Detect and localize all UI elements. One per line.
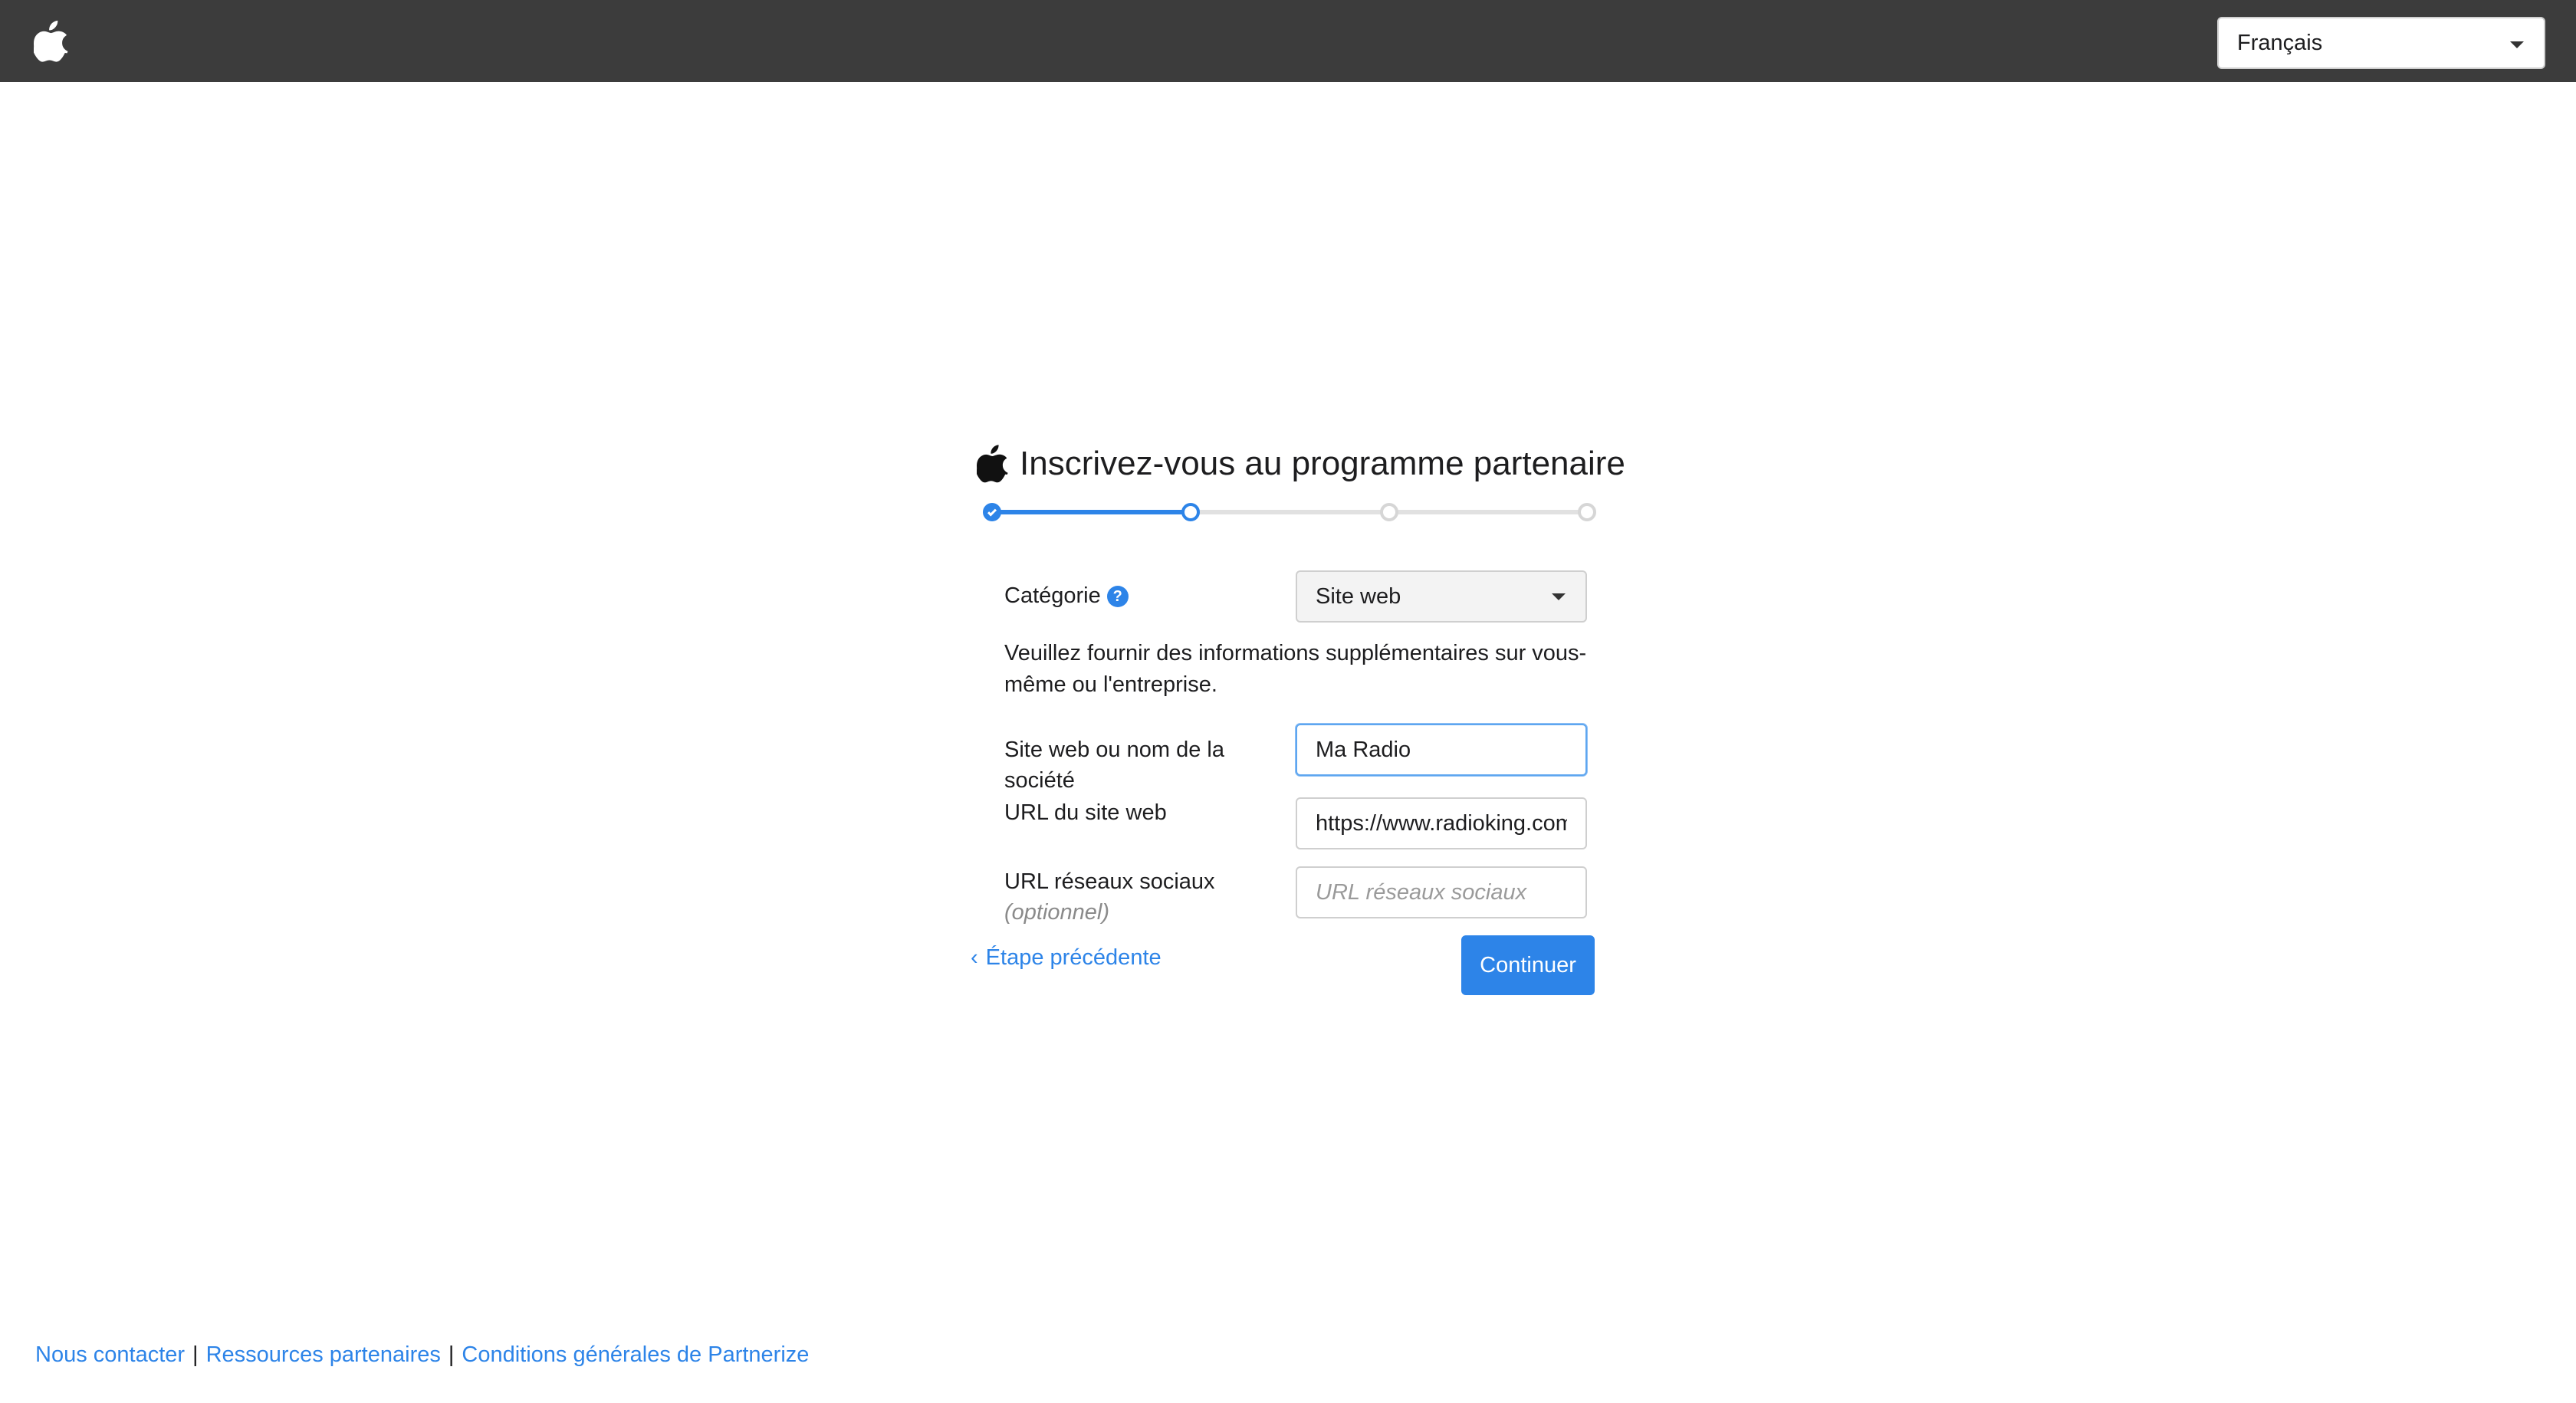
chevron-left-icon: ‹ (971, 945, 978, 970)
previous-step-link[interactable]: ‹ Étape précédente (971, 945, 1162, 971)
apple-logo-icon[interactable] (34, 20, 69, 63)
contact-link[interactable]: Nous contacter (35, 1342, 185, 1367)
check-icon (987, 507, 997, 517)
info-text: Veuillez fournir des informations supplé… (1004, 641, 1587, 697)
progress-step-3 (1380, 503, 1398, 521)
progress-step-1 (983, 503, 1001, 521)
progress-step-2 (1181, 503, 1200, 521)
optional-hint: (optionnel) (1004, 900, 1110, 925)
website-url-label: URL du site web (1004, 800, 1167, 825)
partner-resources-link[interactable]: Ressources partenaires (206, 1342, 441, 1367)
chevron-down-icon (1552, 593, 1566, 600)
language-select[interactable]: Français (2217, 17, 2545, 69)
chevron-down-icon (2510, 41, 2524, 48)
progress-step-4 (1578, 503, 1596, 521)
page-title: Inscrivez-vous au programme partenaire (1020, 445, 1625, 482)
social-url-label-group: URL réseaux sociaux (optionnel) (1004, 866, 1215, 928)
top-bar: Français (0, 0, 2576, 82)
help-icon[interactable]: ? (1106, 586, 1129, 607)
category-select-value: Site web (1316, 583, 1401, 609)
continue-button[interactable]: Continuer (1461, 935, 1595, 995)
footer: Nous contacter | Ressources partenaires | Co… (35, 1342, 809, 1368)
footer-separator: | (192, 1342, 199, 1367)
terms-link[interactable]: Conditions générales de Partnerize (462, 1342, 809, 1367)
company-label: Site web ou nom de la société (1004, 738, 1224, 793)
previous-step-label: Étape précédente (985, 945, 1162, 970)
apple-logo-icon (977, 445, 1008, 483)
company-input[interactable] (1296, 724, 1587, 776)
progress-fill (991, 510, 1189, 514)
social-url-input[interactable] (1296, 866, 1587, 918)
progress-stepper (983, 503, 1596, 521)
website-url-input[interactable] (1296, 797, 1587, 849)
category-label-row: Catégorie? (1004, 580, 1129, 611)
social-url-label: URL réseaux sociaux (1004, 869, 1215, 894)
footer-separator: | (448, 1342, 455, 1367)
language-select-value: Français (2237, 30, 2323, 55)
category-select[interactable]: Site web (1296, 570, 1587, 623)
category-label: Catégorie (1004, 583, 1101, 608)
page-title-row: Inscrivez-vous au programme partenaire (977, 440, 1625, 488)
